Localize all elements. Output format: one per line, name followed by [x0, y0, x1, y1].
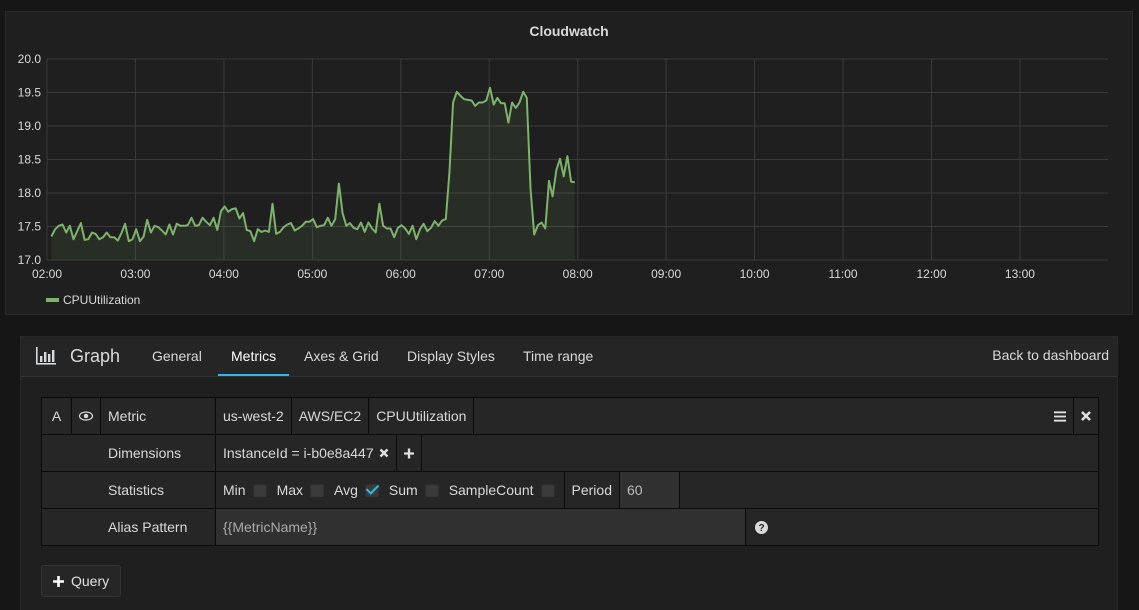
stat-min-label: Min [223, 482, 246, 498]
add-query-button[interactable]: Query [41, 565, 122, 597]
legend-swatch [46, 298, 59, 302]
x-tick-label: 12:00 [916, 267, 946, 281]
alias-row: Alias Pattern {{MetricName}} ? [42, 509, 1098, 545]
y-tick-label: 17.0 [18, 253, 42, 267]
stat-avg-label: Avg [334, 482, 358, 498]
stat-max-checkbox[interactable] [310, 483, 325, 497]
x-tick-label: 13:00 [1005, 267, 1035, 281]
dimensions-row: Dimensions InstanceId = i-b0e8a447 [42, 435, 1098, 472]
y-tick-label: 17.5 [18, 220, 42, 234]
query-editor: A Metric us-west-2 AWS/EC2 CPUUtilizatio… [41, 397, 1099, 546]
stat-min-checkbox[interactable] [252, 483, 267, 497]
query-menu-button[interactable] [1047, 398, 1074, 434]
x-tick-label: 02:00 [32, 267, 62, 281]
row-filler [680, 472, 1098, 508]
cpu-chart: 17.0 17.5 18.0 18.5 19.0 19.5 20.0 02:00 03:00 04… [18, 52, 1108, 281]
panel-editor: Graph General Metrics Axes & Grid Displa… [20, 336, 1118, 610]
x-tick-label: 07:00 [474, 267, 504, 281]
statistics-checkboxes: Min Max Avg Sum SampleCount [216, 472, 565, 508]
stat-sum-checkbox[interactable] [424, 483, 439, 497]
y-tick-label: 18.0 [18, 186, 42, 200]
alias-label: Alias Pattern [101, 509, 216, 545]
legend: CPUUtilization [46, 293, 140, 307]
y-tick-label: 20.0 [18, 52, 42, 66]
svg-text:?: ? [758, 523, 764, 534]
toggle-visibility-button[interactable] [72, 398, 101, 434]
bar-chart-icon [36, 347, 56, 365]
tab-display-styles[interactable]: Display Styles [394, 337, 508, 375]
add-dimension-button[interactable] [397, 435, 422, 471]
tab-time-range[interactable]: Time range [510, 337, 606, 375]
metric-row: A Metric us-west-2 AWS/EC2 CPUUtilizatio… [42, 398, 1098, 435]
row-filler [422, 435, 1098, 471]
help-icon: ? [755, 520, 768, 534]
x-tick-label: 09:00 [651, 267, 681, 281]
dimensions-label: Dimensions [101, 435, 216, 471]
period-input[interactable]: 60 [619, 472, 680, 508]
dimension-value[interactable]: InstanceId = i-b0e8a447 [223, 445, 374, 461]
graph-panel: Cloudwatch 17.0 17.5 18.0 18.5 19.0 19.5 20.0 0… [5, 11, 1133, 315]
stat-max-label: Max [276, 482, 304, 498]
x-tick-label: 05:00 [297, 267, 327, 281]
tab-axes-grid[interactable]: Axes & Grid [291, 337, 392, 375]
hamburger-icon [1054, 410, 1066, 422]
tab-metrics[interactable]: Metrics [218, 337, 290, 376]
x-tick-label: 08:00 [563, 267, 593, 281]
row-spacer [42, 509, 101, 545]
query-ref-id[interactable]: A [42, 398, 72, 434]
tab-general[interactable]: General [139, 337, 215, 375]
row-spacer [42, 472, 101, 508]
stat-avg-checkbox[interactable] [364, 483, 379, 497]
statistics-label: Statistics [101, 472, 216, 508]
x-tick-label: 04:00 [209, 267, 239, 281]
legend-label[interactable]: CPUUtilization [63, 293, 140, 307]
metric-row-filler [474, 398, 1047, 434]
period-label: Period [565, 472, 620, 508]
stat-samplecount-label: SampleCount [448, 482, 534, 498]
y-tick-label: 18.5 [18, 153, 42, 167]
plus-icon [403, 448, 414, 458]
dimension-segment[interactable]: InstanceId = i-b0e8a447 [216, 435, 397, 471]
x-tick-label: 11:00 [828, 267, 857, 281]
eye-icon [79, 411, 93, 421]
remove-dimension-icon[interactable] [379, 448, 389, 458]
y-tick-label: 19.5 [18, 86, 42, 100]
alias-help[interactable]: ? [746, 509, 1098, 545]
series-area [51, 87, 575, 260]
stat-sum-label: Sum [388, 482, 418, 498]
remove-query-button[interactable] [1074, 398, 1098, 434]
region-segment[interactable]: us-west-2 [216, 398, 292, 434]
plus-icon [53, 575, 64, 587]
y-tick-label: 19.0 [18, 119, 42, 133]
stat-samplecount-checkbox[interactable] [540, 483, 555, 497]
close-icon [1081, 411, 1091, 421]
editor-title: Graph [70, 346, 121, 366]
editor-header: Graph General Metrics Axes & Grid Displa… [21, 337, 1117, 377]
back-to-dashboard-link[interactable]: Back to dashboard [992, 347, 1109, 363]
x-tick-label: 03:00 [120, 267, 150, 281]
x-tick-label: 06:00 [386, 267, 416, 281]
metric-segment[interactable]: CPUUtilization [369, 398, 475, 434]
namespace-segment[interactable]: AWS/EC2 [292, 398, 370, 434]
alias-input[interactable]: {{MetricName}} [216, 509, 746, 545]
statistics-row: Statistics Min Max Avg Sum SampleCount P… [42, 472, 1098, 509]
row-spacer [42, 435, 101, 471]
x-tick-label: 10:00 [740, 267, 770, 281]
add-query-label: Query [71, 573, 110, 589]
metric-label: Metric [101, 398, 216, 434]
